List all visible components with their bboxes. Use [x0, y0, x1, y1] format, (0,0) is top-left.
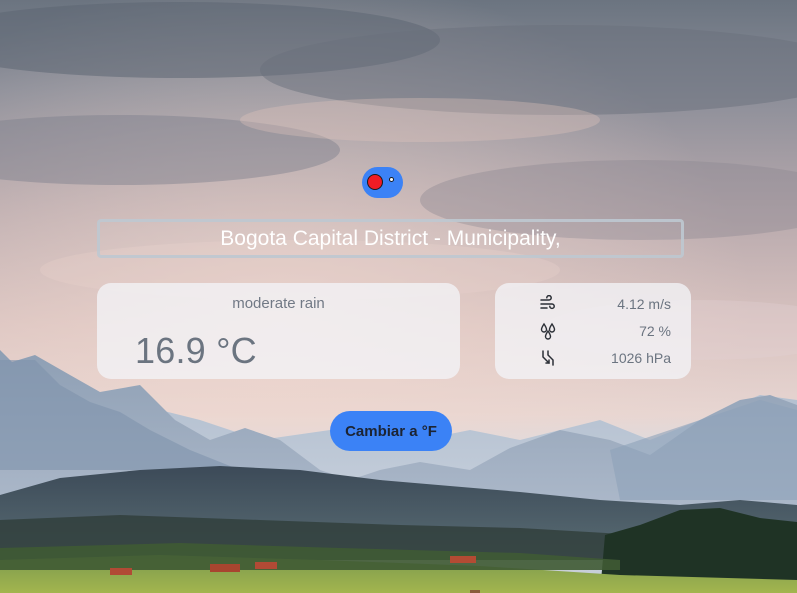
pressure-row: 1026 hPa [495, 348, 691, 368]
theme-toggle[interactable] [362, 167, 403, 198]
pressure-value: 1026 hPa [611, 350, 671, 366]
weather-description: moderate rain [232, 295, 325, 312]
toggle-dot-icon [389, 177, 394, 182]
wind-row: 4.12 m/s [495, 294, 691, 314]
humidity-icon [540, 322, 556, 340]
red-circle-knob-icon [367, 174, 383, 190]
change-unit-button[interactable]: Cambiar a °F [330, 411, 452, 451]
pressure-icon [542, 350, 554, 366]
weather-details-card: 4.12 m/s 72 % 1026 hPa [495, 283, 691, 379]
weather-summary-card: moderate rain 16.9 °C [97, 283, 460, 379]
humidity-value: 72 % [639, 323, 671, 339]
wind-speed-value: 4.12 m/s [617, 296, 671, 312]
temperature-value: 16.9 °C [135, 330, 257, 371]
humidity-row: 72 % [495, 321, 691, 341]
city-search-input[interactable] [97, 219, 684, 258]
wind-icon [540, 295, 555, 310]
